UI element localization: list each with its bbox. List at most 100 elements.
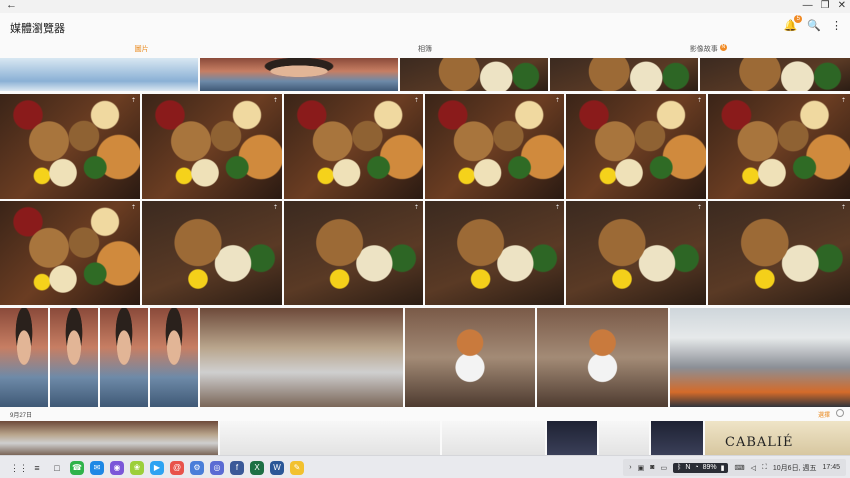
image-icon[interactable]: ▣ [638, 464, 645, 472]
messenger-app-icon[interactable]: ✉ [90, 460, 104, 475]
upload-icon: ⇡ [840, 205, 846, 211]
upload-icon: ⇡ [130, 98, 136, 104]
cabalie-logo-image: CABALIÉ [725, 435, 794, 450]
play-store-icon[interactable]: ▶ [150, 460, 164, 475]
photo-thumbnail[interactable]: ⇡ [708, 201, 850, 305]
upload-icon: ⇡ [696, 98, 702, 104]
restore-icon[interactable]: ❐ [821, 0, 830, 11]
appbar-actions: 🔔 5 🔍 ⋮ [784, 15, 842, 32]
photo-thumbnail[interactable]: ⇡ [0, 94, 140, 199]
keyboard-icon[interactable]: ⌨ [734, 464, 744, 472]
photo-thumbnail[interactable] [150, 308, 198, 407]
photo-thumbnail[interactable] [100, 308, 148, 407]
upload-icon: ⇡ [272, 205, 278, 211]
photo-grid: ⇡ ⇡ ⇡ ⇡ ⇡ ⇡ ⇡ ⇡ ⇡ ⇡ ⇡ ⇡ [0, 58, 850, 407]
photo-thumbnail[interactable] [0, 421, 218, 455]
photo-thumbnail[interactable] [442, 421, 545, 455]
photo-thumbnail[interactable] [550, 58, 698, 91]
taskbar: ⋮⋮ ≡ □ ☎ ✉ ◉ ❀ ▶ @ ⚙ ◎ f X W ✎ › ▣ ◙ ▭ ᛒ… [0, 455, 850, 478]
photo-thumbnail[interactable] [400, 58, 548, 91]
messages-app-icon[interactable]: ◉ [110, 460, 124, 475]
tab-pictures[interactable]: 圖片 [0, 39, 283, 57]
screenshot-icon[interactable]: ⛶ [762, 464, 767, 472]
bell-icon[interactable]: 🔔 5 [784, 15, 803, 32]
facebook-app-icon[interactable]: f [230, 460, 244, 475]
battery-percent: 89% [702, 463, 717, 471]
close-icon[interactable]: ✕ [838, 0, 846, 11]
photo-thumbnail[interactable] [700, 58, 850, 91]
notification-badge: 5 [794, 15, 803, 23]
section-date: 9月27日 [10, 413, 33, 419]
upload-icon: ⇡ [413, 205, 419, 211]
camera-icon[interactable]: ◙ [650, 464, 654, 471]
excel-app-icon[interactable]: X [250, 460, 264, 475]
photo-thumbnail[interactable]: ⇡ [142, 201, 282, 305]
photo-thumbnail[interactable] [405, 308, 535, 407]
phone-app-icon[interactable]: ☎ [70, 460, 84, 475]
photo-thumbnail[interactable] [670, 308, 850, 407]
photo-thumbnail[interactable] [651, 421, 703, 455]
photo-thumbnail[interactable]: ⇡ [566, 94, 706, 199]
search-icon[interactable]: 🔍 [807, 19, 821, 32]
photo-thumbnail[interactable]: ⇡ [425, 201, 564, 305]
tab-albums[interactable]: 相簿 [283, 39, 566, 57]
wifi-icon: ◔ [694, 463, 699, 471]
apps-grid-icon[interactable]: ⋮⋮ [10, 461, 28, 475]
recents-icon[interactable]: ≡ [30, 461, 44, 475]
time-label: 17:45 [822, 464, 840, 471]
upload-icon: ⇡ [696, 205, 702, 211]
chevron-right-icon[interactable]: › [629, 464, 631, 471]
notes-app-icon[interactable]: ✎ [290, 460, 304, 475]
nfc-icon: N [685, 463, 691, 471]
tab-stories[interactable]: 影像故事 N [567, 39, 850, 57]
app-bar: 媒體瀏覽器 🔔 5 🔍 ⋮ [0, 13, 850, 39]
upload-icon: ⇡ [840, 98, 846, 104]
screen-icon[interactable]: ▭ [660, 464, 667, 472]
select-button[interactable]: 選擇 [818, 410, 830, 419]
photo-thumbnail[interactable] [599, 421, 649, 455]
tab-label: 圖片 [134, 46, 149, 53]
camera-app-icon[interactable]: ◎ [210, 460, 224, 475]
quick-settings[interactable]: ᛒ N ◔ 89% ▮ [673, 462, 729, 473]
more-vert-icon[interactable]: ⋮ [831, 19, 842, 32]
photo-thumbnail[interactable]: ⇡ [284, 94, 423, 199]
upload-icon: ⇡ [413, 98, 419, 104]
arrow-back-icon[interactable]: ← [6, 0, 17, 11]
photo-thumbnail[interactable]: ⇡ [566, 201, 706, 305]
window-controls: — ❐ ✕ [803, 0, 846, 11]
gallery-app-icon[interactable]: ❀ [130, 460, 144, 475]
photo-thumbnail[interactable] [200, 58, 398, 91]
upload-icon: ⇡ [554, 205, 560, 211]
settings-app-icon[interactable]: ⚙ [190, 460, 204, 475]
photo-thumbnail[interactable] [50, 308, 98, 407]
photo-thumbnail[interactable] [200, 308, 403, 407]
minimize-icon[interactable]: — [803, 0, 813, 11]
tab-label: 相簿 [417, 46, 432, 53]
bluetooth-icon: ᛒ [677, 463, 682, 471]
new-badge: N [719, 44, 727, 51]
photo-thumbnail[interactable]: ⇡ [0, 201, 140, 305]
photo-thumbnail[interactable] [220, 421, 440, 455]
upload-icon: ⇡ [272, 98, 278, 104]
upload-icon: ⇡ [130, 205, 136, 211]
email-app-icon[interactable]: @ [170, 460, 184, 475]
word-app-icon[interactable]: W [270, 460, 284, 475]
tab-bar: 圖片 相簿 影像故事 N [0, 39, 850, 57]
photo-thumbnail[interactable] [0, 308, 48, 407]
photo-thumbnail[interactable]: ⇡ [142, 94, 282, 199]
upload-icon: ⇡ [554, 98, 560, 104]
photo-thumbnail[interactable]: CABALIÉ [705, 421, 850, 455]
photo-thumbnail[interactable] [0, 58, 198, 91]
select-all-checkbox[interactable] [836, 409, 844, 417]
photo-thumbnail[interactable]: ⇡ [708, 94, 850, 199]
home-icon[interactable]: □ [50, 461, 64, 475]
photo-thumbnail[interactable] [537, 308, 668, 407]
tab-label: 影像故事 [689, 46, 718, 53]
photo-thumbnail[interactable]: ⇡ [284, 201, 423, 305]
date-section-header: 9月27日 選擇 [0, 407, 850, 421]
date-label: 10月6日, 週五 [772, 464, 817, 472]
taskbar-apps: ⋮⋮ ≡ □ ☎ ✉ ◉ ❀ ▶ @ ⚙ ◎ f X W ✎ [6, 459, 308, 476]
photo-thumbnail[interactable]: ⇡ [425, 94, 564, 199]
volume-icon[interactable]: ◁ [751, 464, 756, 472]
photo-thumbnail[interactable] [547, 421, 597, 455]
